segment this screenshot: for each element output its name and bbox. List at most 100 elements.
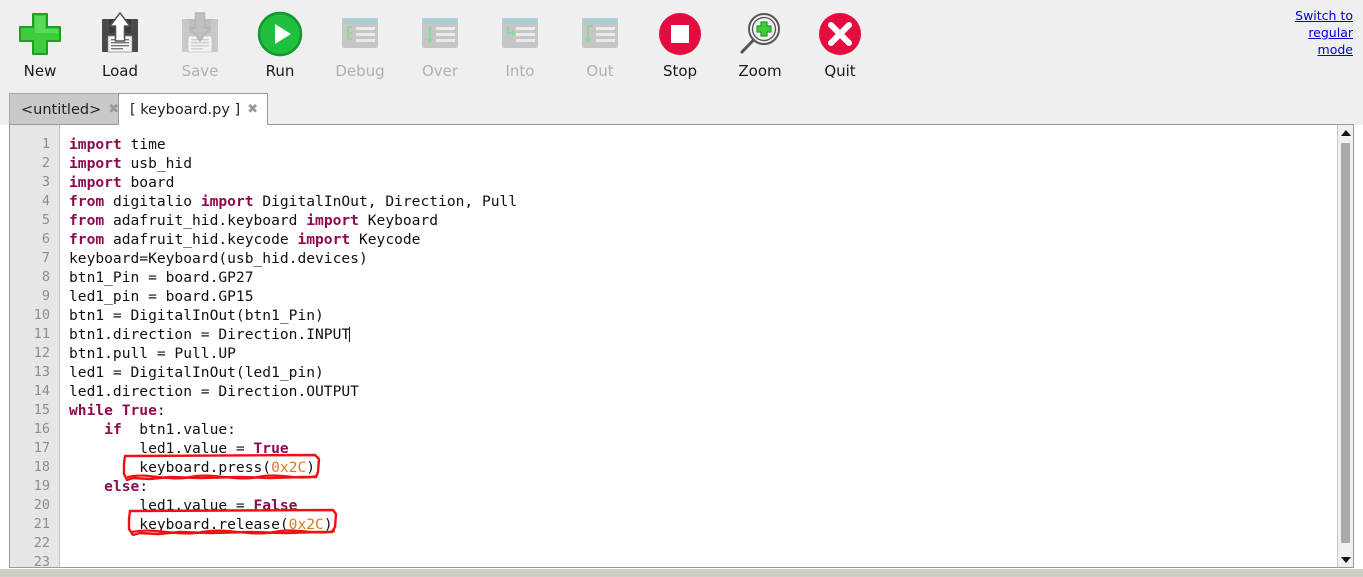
code-keyword: import	[200, 193, 254, 210]
code-line[interactable]: from adafruit_hid.keycode import Keycode	[69, 230, 420, 249]
code-text: led1 = DigitalInOut(led1_pin)	[69, 364, 324, 381]
line-number: 4	[41, 193, 50, 209]
vertical-scrollbar-thumb[interactable]	[1341, 143, 1350, 543]
new-button[interactable]: New	[0, 0, 80, 89]
code-line[interactable]: import usb_hid	[69, 154, 192, 173]
tab-untitled-label: <untitled>	[21, 101, 102, 118]
code-text: led1.value =	[69, 440, 254, 457]
step-out-button-label: Out	[586, 62, 614, 80]
line-number: 20	[33, 497, 50, 513]
code-text-area[interactable]: import time import usb_hid import board fro…	[61, 125, 1337, 567]
tab-keyboard-py-close-icon[interactable]: ✖	[247, 103, 258, 116]
code-keyword: True	[121, 402, 157, 419]
scroll-up-arrow-icon[interactable]	[1338, 125, 1353, 140]
line-number: 15	[33, 402, 50, 418]
line-number-gutter: 1 2 3 4 5 6 7 8 9 10 11 12 13 14 15 16 17 18 19 20 21 22 23	[10, 125, 60, 567]
tab-keyboard-py-label: [ keyboard.py ]	[130, 101, 241, 118]
step-out-button[interactable]: Out	[560, 0, 640, 89]
text-cursor	[349, 327, 351, 342]
line-number: 17	[33, 440, 50, 456]
code-line[interactable]: led1.direction = Direction.OUTPUT	[69, 382, 359, 401]
code-line[interactable]: btn1_Pin = board.GP27	[69, 268, 254, 287]
code-keyword: while	[69, 402, 113, 419]
zoom-button-label: Zoom	[738, 62, 782, 80]
code-line[interactable]: keyboard=Keyboard(usb_hid.devices)	[69, 249, 368, 268]
floppy-up-icon	[92, 8, 148, 60]
line-number: 8	[41, 269, 50, 285]
code-line[interactable]: if btn1.value:	[69, 420, 236, 439]
toolbar: New Load Save Run Debug Over Into Out St…	[0, 0, 1363, 89]
debug-button-label: Debug	[335, 62, 385, 80]
editor-vertical-scrollbar[interactable]	[1337, 125, 1353, 567]
tab-untitled[interactable]: <untitled> ✖	[9, 93, 130, 125]
close-x-icon	[812, 8, 868, 60]
code-line[interactable]: btn1.pull = Pull.UP	[69, 344, 236, 363]
step-into-button[interactable]: Into	[480, 0, 560, 89]
debug-button[interactable]: Debug	[320, 0, 400, 89]
code-line[interactable]: from adafruit_hid.keyboard import Keyboa…	[69, 211, 438, 230]
code-line[interactable]: led1_pin = board.GP15	[69, 287, 254, 306]
code-keyword: if	[104, 421, 122, 438]
code-text: digitalio	[104, 193, 201, 210]
scroll-down-arrow-icon[interactable]	[1338, 552, 1353, 567]
play-icon	[252, 8, 308, 60]
zoom-button[interactable]: Zoom	[720, 0, 800, 89]
magnifier-plus-icon	[732, 8, 788, 60]
code-text: led1.value =	[69, 497, 254, 514]
code-text: led1_pin = board.GP15	[69, 288, 254, 305]
stop-icon	[652, 8, 708, 60]
code-keyword: import	[297, 231, 351, 248]
code-line[interactable]: while True:	[69, 401, 166, 420]
code-line[interactable]: keyboard.release(0x2C)	[69, 515, 333, 534]
code-line[interactable]: from digitalio import DigitalInOut, Dire…	[69, 192, 517, 211]
code-line[interactable]: btn1 = DigitalInOut(btn1_Pin)	[69, 306, 324, 325]
code-line[interactable]: led1 = DigitalInOut(led1_pin)	[69, 363, 324, 382]
code-editor[interactable]: 1 2 3 4 5 6 7 8 9 10 11 12 13 14 15 16 17 18 19 20 21 22 23 im…	[9, 124, 1354, 568]
save-button[interactable]: Save	[160, 0, 240, 89]
switch-to-regular-mode-link[interactable]: Switch to regular mode	[1283, 7, 1353, 58]
window-bottom-strip	[0, 569, 1363, 577]
stop-button[interactable]: Stop	[640, 0, 720, 89]
debug-list-icon	[332, 8, 388, 60]
code-line[interactable]: import board	[69, 173, 174, 192]
code-text: Keyboard	[358, 212, 439, 229]
quit-button[interactable]: Quit	[800, 0, 880, 89]
code-number: 0x2C	[288, 516, 324, 533]
code-line[interactable]: led1.value = True	[69, 439, 288, 458]
code-line[interactable]: btn1.direction = Direction.INPUT	[69, 325, 351, 344]
code-text: usb_hid	[121, 155, 193, 172]
line-number: 12	[33, 345, 50, 361]
save-button-label: Save	[181, 62, 219, 80]
new-button-label: New	[23, 62, 57, 80]
code-text: DigitalInOut, Direction, Pull	[253, 193, 518, 210]
floppy-down-icon	[172, 8, 228, 60]
line-number: 5	[41, 212, 50, 228]
line-number: 1	[41, 136, 50, 152]
code-line[interactable]: led1.value = False	[69, 496, 297, 515]
code-keyword: import	[69, 174, 122, 191]
code-keyword: from	[69, 212, 105, 229]
code-line[interactable]: import time	[69, 135, 166, 154]
code-keyword: import	[69, 155, 122, 172]
code-text: keyboard.press(	[69, 459, 272, 476]
line-number: 6	[41, 231, 50, 247]
line-number: 11	[33, 326, 50, 342]
code-text: :	[156, 402, 166, 419]
tab-keyboard-py[interactable]: [ keyboard.py ] ✖	[118, 93, 269, 125]
load-button[interactable]: Load	[80, 0, 160, 89]
code-keyword: from	[69, 231, 105, 248]
run-button[interactable]: Run	[240, 0, 320, 89]
step-over-icon	[412, 8, 468, 60]
step-over-button[interactable]: Over	[400, 0, 480, 89]
code-text: :	[139, 478, 149, 495]
code-text: )	[323, 516, 333, 533]
quit-button-label: Quit	[824, 62, 856, 80]
code-text: btn1.value:	[121, 421, 236, 438]
code-number: 0x2C	[271, 459, 307, 476]
code-text: adafruit_hid.keycode	[104, 231, 298, 248]
code-line[interactable]: keyboard.press(0x2C)	[69, 458, 315, 477]
code-text: )	[306, 459, 316, 476]
code-text: adafruit_hid.keyboard	[104, 212, 307, 229]
code-line[interactable]: else:	[69, 477, 148, 496]
